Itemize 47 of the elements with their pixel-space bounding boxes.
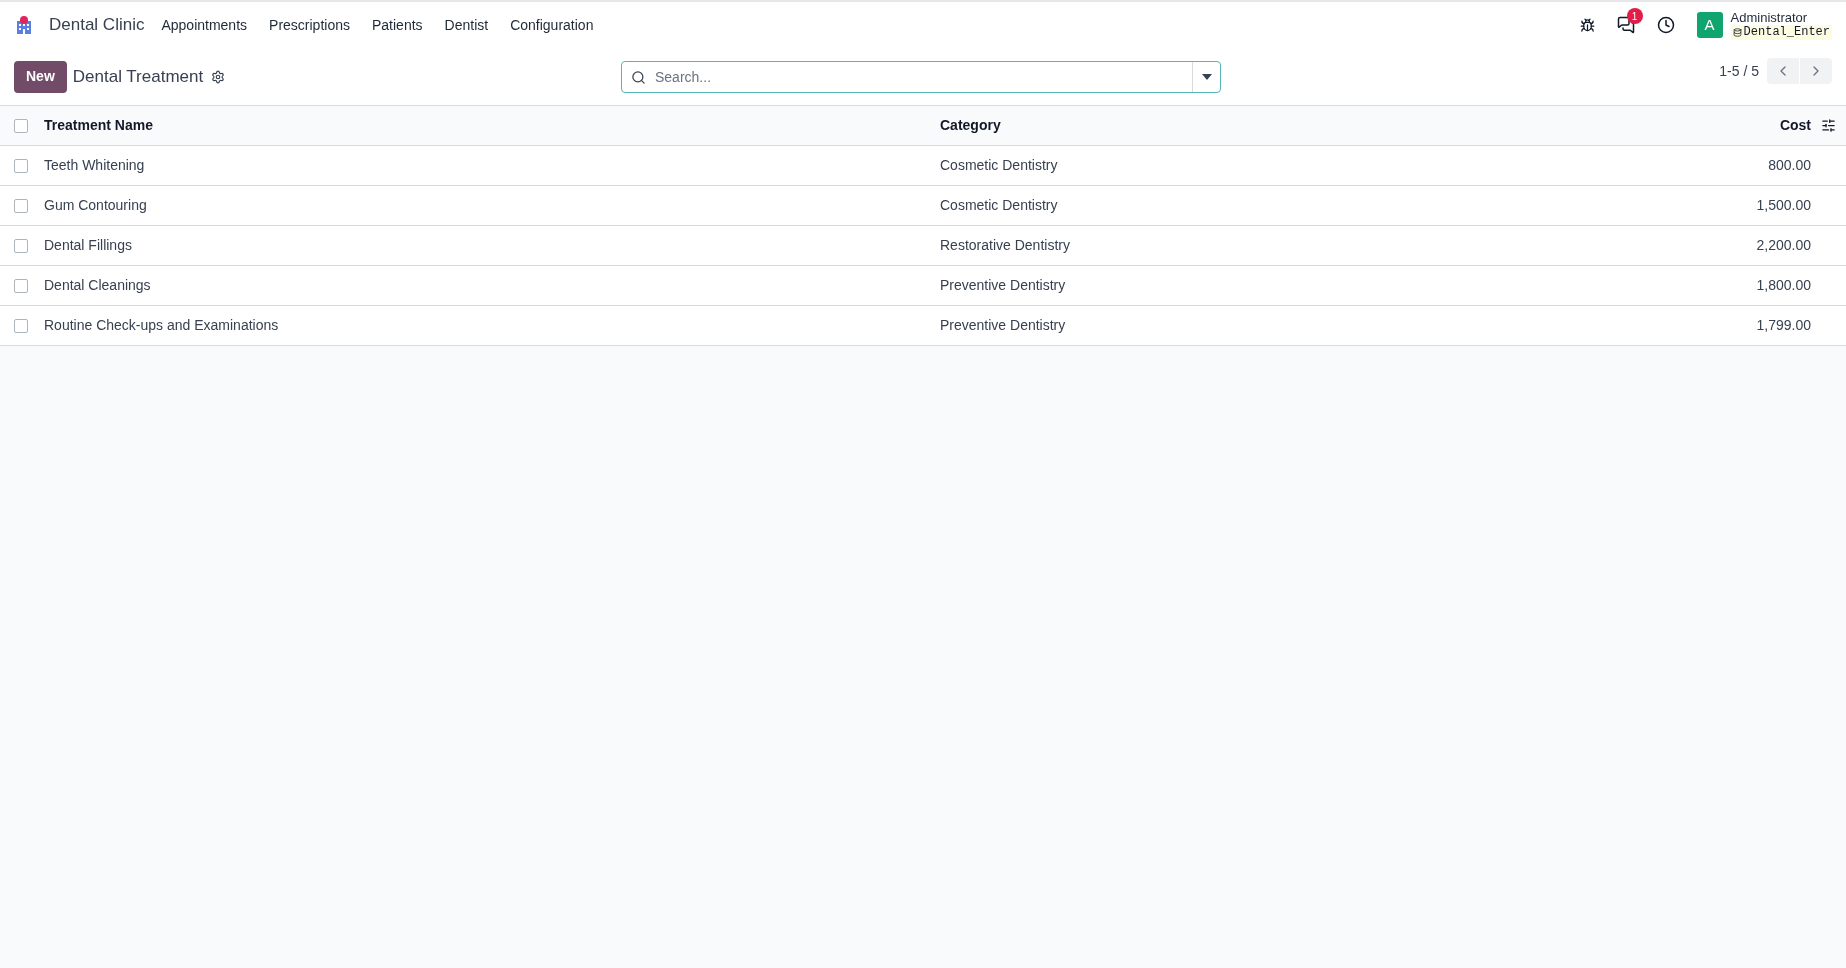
page-title: Dental Treatment: [72, 65, 204, 88]
table-cell-text: 800.00: [1767, 156, 1811, 175]
menu-item[interactable]: Patients: [360, 14, 434, 36]
clock-icon[interactable]: [1656, 16, 1675, 34]
menu-item[interactable]: Prescriptions: [258, 14, 361, 36]
menu-item[interactable]: Appointments: [150, 14, 259, 36]
new-button[interactable]: New: [14, 60, 67, 93]
table-cell-text: 1,800.00: [1755, 276, 1811, 295]
clinic-logo-icon: [14, 15, 34, 35]
table-cell-text: Dental Fillings: [44, 236, 133, 255]
table-cell-text: Dental Cleanings: [44, 276, 152, 295]
menu-item[interactable]: Dentist: [433, 14, 500, 36]
settings-icon[interactable]: [211, 69, 226, 84]
app-name[interactable]: Dental Clinic: [49, 12, 145, 38]
table-cell-text: Preventive Dentistry: [940, 276, 1067, 295]
table-cell-text: 1,500.00: [1755, 196, 1811, 215]
database-name: Dental_Enter: [1743, 25, 1830, 40]
table-cell-text: 2,200.00: [1755, 236, 1811, 255]
checkbox[interactable]: [14, 278, 28, 293]
search-field[interactable]: Search...: [621, 61, 1221, 93]
table-cell-text: Cosmetic Dentistry: [940, 156, 1059, 175]
checkbox[interactable]: [14, 158, 28, 173]
next-page-button[interactable]: [1800, 58, 1832, 84]
table-cell-text: Routine Check-ups and Examinations: [44, 316, 280, 335]
column-header[interactable]: Category: [940, 115, 1240, 136]
checkbox[interactable]: [14, 198, 28, 213]
bug-icon[interactable]: [1579, 17, 1595, 33]
database-icon: [1732, 28, 1742, 37]
table-cell-text: Restorative Dentistry: [940, 236, 1071, 255]
notification-badge: 1: [1626, 8, 1643, 24]
table-cell-text: Preventive Dentistry: [940, 316, 1067, 335]
menu-item[interactable]: Configuration: [499, 14, 605, 36]
column-header[interactable]: Treatment Name: [44, 115, 940, 136]
table-cell-text: Teeth Whitening: [44, 156, 146, 175]
caret-icon: [1201, 74, 1212, 80]
checkbox[interactable]: [14, 318, 28, 333]
table-cell-text: 1,799.00: [1755, 316, 1811, 335]
checkbox[interactable]: [14, 238, 28, 253]
column-header[interactable]: Cost: [1240, 115, 1811, 136]
table-cell-text: Cosmetic Dentistry: [940, 196, 1059, 215]
previous-page-button[interactable]: [1767, 58, 1799, 84]
column-settings-icon[interactable]: [1821, 118, 1836, 133]
pager-value[interactable]: 1-5 / 5: [1719, 60, 1759, 82]
search-icon: [631, 70, 646, 85]
checkbox[interactable]: [14, 118, 28, 133]
table-cell-text: Gum Contouring: [44, 196, 148, 215]
user-name: Administrator: [1730, 10, 1809, 25]
